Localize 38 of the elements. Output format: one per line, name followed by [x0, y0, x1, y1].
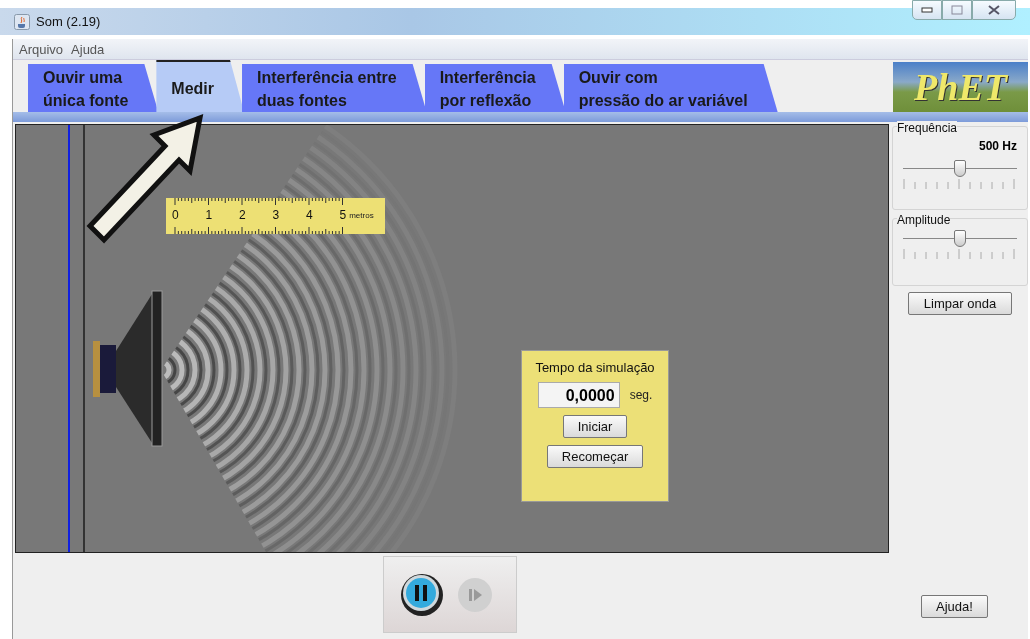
slider-reading: 500 Hz	[978, 139, 1017, 153]
ruler-unit: metros	[349, 210, 374, 220]
time-field: 0,0000	[537, 382, 620, 408]
window-title: Som (2.19)	[36, 14, 101, 29]
help-button[interactable]: Ajuda!	[921, 595, 988, 618]
timer-title: Tempo da simulação	[535, 360, 655, 375]
pause-button[interactable]	[400, 572, 444, 617]
slider[interactable]	[903, 229, 1017, 249]
minimize-icon	[921, 7, 933, 13]
tab[interactable]: Interferência entre duas fontes	[242, 64, 427, 112]
maximize-icon	[951, 5, 963, 15]
menu-item[interactable]: Ajuda	[71, 41, 105, 57]
ruler-label: 2	[239, 208, 246, 222]
timer-button[interactable]: Iniciar	[562, 415, 628, 438]
minimize-button[interactable]	[912, 0, 942, 20]
slider-thumb[interactable]	[954, 230, 966, 247]
ruler[interactable]: 0 1 2 3 4 5 metros	[166, 198, 385, 234]
ruler-label: 4	[306, 208, 313, 222]
ruler-label: 3	[272, 208, 280, 222]
timer-button[interactable]: Recomeçar	[546, 445, 644, 468]
slider-title: Amplitude	[897, 213, 951, 227]
close-icon	[987, 5, 1001, 15]
tab[interactable]: Ouvir com pressão do ar variável	[563, 64, 778, 112]
menu-item[interactable]: Arquivo	[19, 41, 64, 57]
tab[interactable]: Ouvir uma única fonte	[28, 64, 159, 112]
time-unit: seg.	[629, 388, 653, 402]
clear-wave-button[interactable]: Limpar onda	[907, 292, 1013, 315]
java-cup-icon	[14, 13, 30, 30]
slider[interactable]	[903, 159, 1017, 179]
tab[interactable]: Medir	[156, 60, 244, 112]
ruler-label: 5	[339, 208, 347, 222]
ruler-label: 0	[172, 208, 179, 222]
maximize-button[interactable]	[942, 0, 972, 20]
slider-thumb[interactable]	[954, 160, 966, 177]
ruler-label: 1	[205, 208, 213, 222]
tab[interactable]: Interferência por reflexão	[424, 64, 566, 112]
close-button[interactable]	[972, 0, 1016, 20]
slider-title: Frequência	[897, 121, 958, 135]
